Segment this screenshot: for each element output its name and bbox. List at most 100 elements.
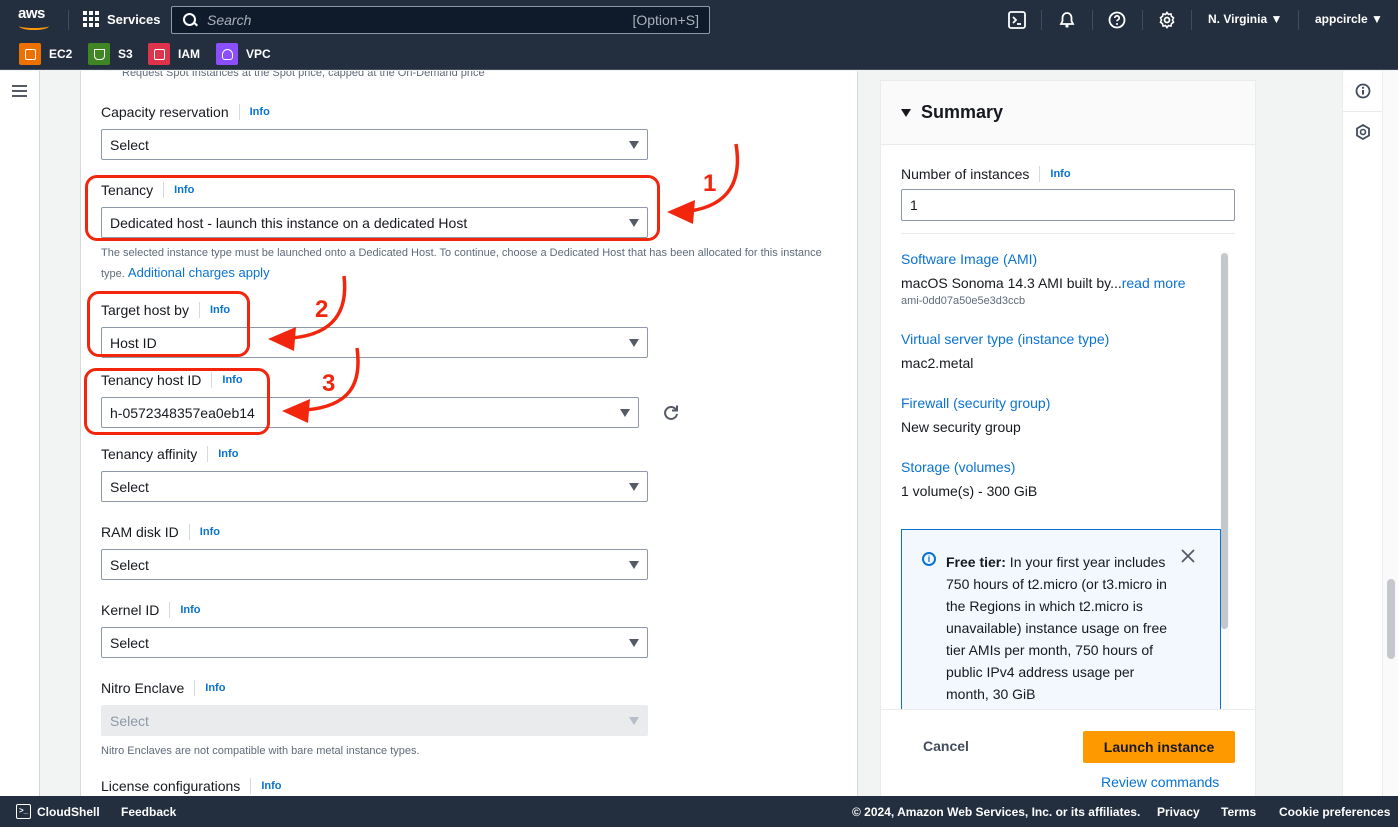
ram-disk-id-select[interactable]: Select (101, 549, 648, 580)
info-link[interactable]: Info (1050, 168, 1070, 180)
nitro-enclave-hint: Nitro Enclaves are not compatible with b… (101, 745, 420, 757)
favorite-ec2[interactable]: EC2 (19, 43, 72, 65)
info-link[interactable]: Info (218, 448, 238, 460)
firewall-link[interactable]: Firewall (security group) (901, 395, 1231, 411)
gutter (1256, 71, 1342, 796)
summary-item-firewall: Firewall (security group) New security g… (901, 395, 1231, 435)
favorite-s3[interactable]: S3 (88, 43, 133, 65)
cookie-preferences-link[interactable]: Cookie preferences (1279, 805, 1390, 819)
hamburger-menu-icon[interactable] (12, 85, 27, 97)
search-input[interactable] (207, 12, 633, 28)
additional-charges-link[interactable]: Additional charges apply (128, 265, 270, 280)
ec2-icon (19, 43, 41, 65)
region-selector[interactable]: N. Virginia ▼ (1208, 12, 1282, 26)
grid-icon (83, 11, 99, 27)
caret-down-icon (629, 716, 639, 725)
favorites-bar: EC2 S3 IAM VPC (0, 40, 1398, 70)
caret-down-icon (629, 560, 639, 569)
divider (901, 233, 1235, 234)
info-link[interactable]: Info (180, 604, 200, 616)
ram-disk-id-field: RAM disk ID Info Select (101, 523, 648, 580)
caret-down-icon (629, 338, 639, 347)
hexagon-search-icon[interactable] (1355, 123, 1371, 141)
kernel-id-select[interactable]: Select (101, 627, 648, 658)
caret-down-icon (629, 218, 639, 227)
summary-scrollbar[interactable] (1220, 251, 1229, 711)
read-more-link[interactable]: read more (1122, 275, 1186, 291)
ami-id: ami-0dd07a50e5e3d3ccb (901, 295, 1026, 307)
review-commands-link[interactable]: Review commands (1101, 774, 1219, 790)
storage-link[interactable]: Storage (volumes) (901, 459, 1231, 475)
search-icon (183, 13, 197, 27)
privacy-link[interactable]: Privacy (1157, 805, 1200, 819)
iam-icon (148, 43, 170, 65)
feedback-button[interactable]: Feedback (121, 805, 176, 819)
left-rail (0, 71, 40, 796)
info-link[interactable]: Info (250, 106, 270, 118)
caret-down-icon (629, 638, 639, 647)
favorite-iam[interactable]: IAM (148, 43, 200, 65)
right-rail (1342, 71, 1383, 796)
info-panel-icon[interactable] (1355, 83, 1371, 99)
summary-item-storage: Storage (volumes) 1 volume(s) - 300 GiB (901, 459, 1231, 499)
launch-instance-button[interactable]: Launch instance (1083, 731, 1235, 763)
tenancy-hint: The selected instance type must be launc… (101, 247, 822, 280)
info-link[interactable]: Info (174, 184, 194, 196)
tenancy-affinity-select[interactable]: Select (101, 471, 648, 502)
s3-icon (88, 43, 110, 65)
summary-header-toggle[interactable]: Summary (881, 81, 1255, 145)
instance-type-link[interactable]: Virtual server type (instance type) (901, 331, 1231, 347)
search-shortcut: [Option+S] (632, 12, 699, 28)
cloudshell-icon[interactable]: >_ (16, 804, 31, 819)
account-menu[interactable]: appcircle ▼ (1315, 12, 1383, 26)
cancel-button[interactable]: Cancel (923, 738, 969, 754)
info-circle-icon: i (922, 552, 936, 566)
tenancy-select[interactable]: Dedicated host - launch this instance on… (101, 207, 648, 238)
caret-down-icon (620, 408, 630, 417)
target-host-by-select[interactable]: Host ID (101, 327, 648, 358)
bottom-bar: >_ CloudShell Feedback © 2024, Amazon We… (0, 796, 1398, 827)
summary-footer: Cancel Launch instance Review commands (881, 709, 1255, 797)
terms-link[interactable]: Terms (1221, 805, 1256, 819)
info-link[interactable]: Info (205, 682, 225, 694)
capacity-reservation-field: Capacity reservation Info Select (101, 103, 648, 160)
services-menu-button[interactable]: Services (83, 11, 161, 27)
tenancy-host-id-select[interactable]: h-0572348357ea0eb14 (101, 397, 639, 428)
divider (68, 10, 69, 30)
ami-link[interactable]: Software Image (AMI) (901, 251, 1231, 267)
number-of-instances-input[interactable] (901, 189, 1235, 221)
aws-logo[interactable]: aws (18, 6, 52, 34)
aws-smile-icon (19, 22, 49, 30)
cloudshell-icon[interactable] (1007, 10, 1027, 30)
help-icon[interactable] (1107, 10, 1127, 30)
notifications-bell-icon[interactable] (1057, 10, 1077, 30)
cloudshell-button[interactable]: CloudShell (37, 805, 100, 819)
close-icon[interactable] (1180, 548, 1196, 564)
favorite-vpc[interactable]: VPC (216, 43, 271, 65)
vpc-icon (216, 43, 238, 65)
info-link[interactable]: Info (210, 304, 230, 316)
info-link[interactable]: Info (222, 374, 242, 386)
license-configurations-field: License configurations Info (101, 778, 282, 794)
top-navigation: aws Services [Option+S] N. Virginia ▼ ap… (0, 0, 1398, 40)
info-link[interactable]: Info (261, 780, 281, 792)
info-link[interactable]: Info (200, 526, 220, 538)
nitro-enclave-field: Nitro Enclave Info Select Nitro Enclaves … (101, 679, 648, 761)
summary-panel: Summary Number of instancesInfo Software… (880, 80, 1256, 797)
gutter (858, 71, 880, 796)
settings-gear-icon[interactable] (1157, 10, 1177, 30)
summary-item-ami: Software Image (AMI) macOS Sonoma 14.3 A… (901, 251, 1231, 307)
search-bar[interactable]: [Option+S] (171, 6, 710, 34)
caret-down-icon (629, 482, 639, 491)
nitro-enclave-select: Select (101, 705, 648, 736)
page-scrollbar[interactable] (1382, 71, 1398, 796)
tenancy-field: Tenancy Info Dedicated host - launch this… (101, 181, 841, 284)
capacity-reservation-select[interactable]: Select (101, 129, 648, 160)
refresh-icon[interactable] (661, 403, 681, 423)
kernel-id-field: Kernel ID Info Select (101, 601, 648, 658)
free-tier-alert: i Free tier: In your first year includes… (901, 529, 1221, 719)
caret-down-icon (901, 108, 911, 117)
target-host-by-field: Target host by Info Host ID (101, 301, 648, 358)
advanced-details-form: Request Spot Instances at the Spot price… (80, 71, 858, 796)
copyright: © 2024, Amazon Web Services, Inc. or its… (852, 805, 1141, 819)
